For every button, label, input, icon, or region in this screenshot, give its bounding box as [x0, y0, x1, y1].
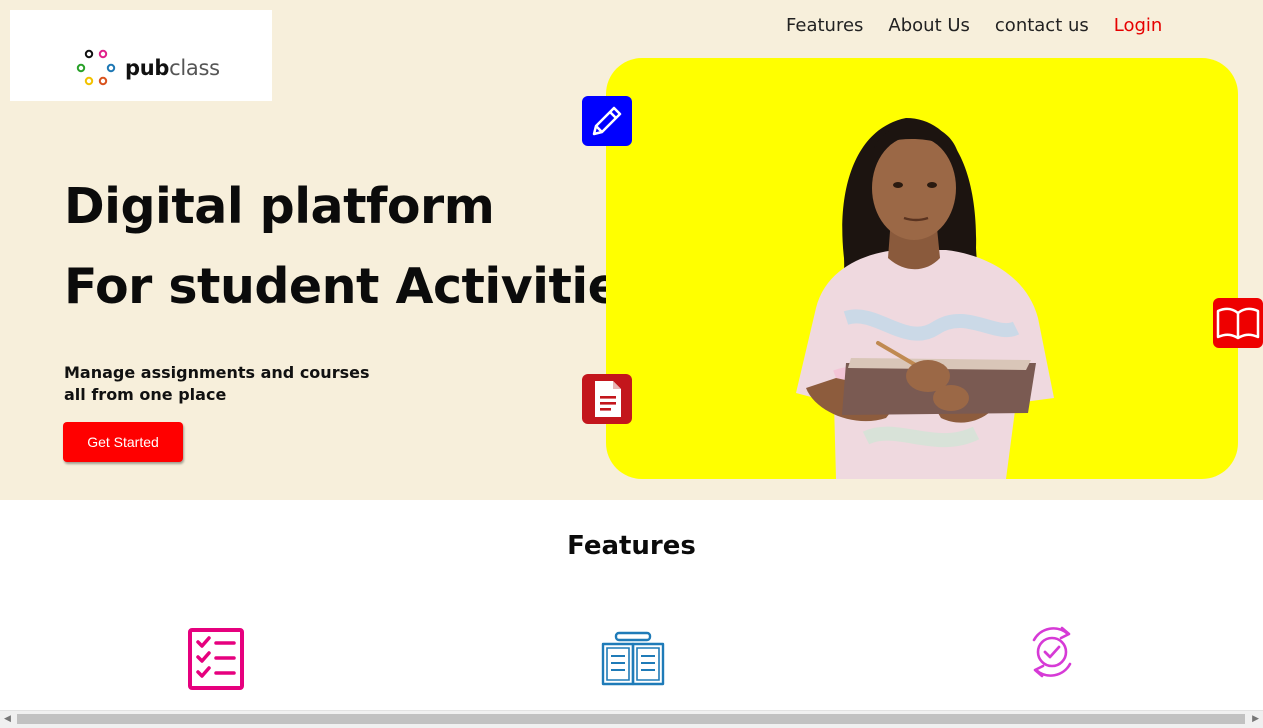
document-badge [582, 374, 632, 424]
book-reading-icon [601, 631, 665, 686]
hero-headline-line1: Digital platform [64, 178, 495, 235]
logo[interactable]: pubclass [10, 10, 272, 101]
features-title: Features [567, 531, 696, 561]
student-illustration [796, 118, 1054, 479]
hero-headline-line2: For student Activities [64, 258, 650, 315]
scrollbar-thumb[interactable] [17, 714, 1245, 724]
document-icon [595, 381, 621, 417]
horizontal-scrollbar[interactable]: ◀ ▶ [0, 710, 1263, 728]
nav-about-us[interactable]: About Us [888, 15, 970, 37]
hero-section: pubclass Features About Us contact us Lo… [0, 0, 1263, 500]
logo-text: pubclass [125, 56, 220, 80]
scroll-right-icon[interactable]: ▶ [1252, 713, 1259, 724]
nav-contact-us[interactable]: contact us [995, 15, 1089, 37]
hero-subtext: Manage assignments and courses all from … [64, 363, 370, 404]
logo-dots-icon [76, 49, 116, 86]
checklist-icon [188, 628, 244, 690]
nav-login[interactable]: Login [1114, 15, 1163, 37]
open-book-icon [1216, 307, 1260, 340]
scroll-left-icon[interactable]: ◀ [4, 713, 11, 724]
pencil-badge [582, 96, 632, 146]
pencil-icon [592, 106, 622, 136]
sync-check-icon [1032, 626, 1072, 678]
main-nav: Features About Us contact us Login [786, 15, 1162, 37]
hero-photo [606, 58, 1238, 479]
get-started-button[interactable]: Get Started [63, 422, 183, 462]
open-book-badge [1213, 298, 1263, 348]
features-section: Features [0, 500, 1263, 710]
nav-features[interactable]: Features [786, 15, 863, 37]
